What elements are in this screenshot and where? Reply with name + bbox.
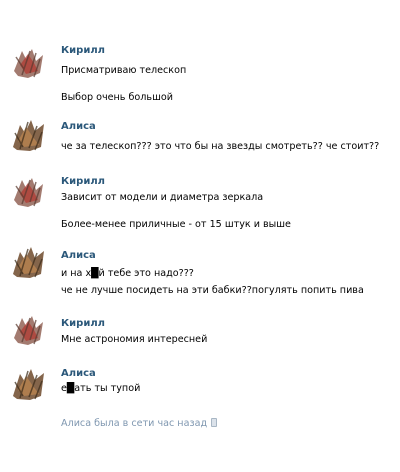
avatar-kirill[interactable] — [10, 174, 46, 210]
phone-icon — [211, 418, 218, 427]
message-text: Мне астрономия интересней — [61, 334, 208, 345]
message-text: Зависит от модели и диаметра зеркала — [61, 192, 264, 203]
message-text: Присматриваю телескоп — [61, 65, 187, 76]
message-text: и на х█й тебе это надо??? — [61, 268, 194, 279]
online-status: Алиса была в сети час назад — [61, 418, 218, 429]
avatar-alisa[interactable] — [10, 244, 46, 280]
message-text: че за телескоп??? это что бы на звезды с… — [61, 141, 380, 152]
avatar-alisa[interactable] — [10, 117, 46, 153]
author-name[interactable]: Алиса — [61, 121, 96, 132]
message-text: че не лучше посидеть на эти бабки??погул… — [61, 285, 364, 296]
avatar-kirill[interactable] — [10, 45, 46, 81]
chat-history: Кирилл Присматриваю телескоп Выбор очень… — [0, 0, 400, 472]
message-text: Выбор очень большой — [61, 92, 173, 103]
author-name[interactable]: Кирилл — [61, 318, 105, 329]
author-name[interactable]: Алиса — [61, 250, 96, 261]
author-name[interactable]: Алиса — [61, 368, 96, 379]
avatar-alisa[interactable] — [10, 366, 46, 402]
online-status-text: Алиса была в сети час назад — [61, 418, 208, 429]
author-name[interactable]: Кирилл — [61, 45, 105, 56]
message-text: Более-менее приличные - от 15 штук и выш… — [61, 219, 291, 230]
avatar-kirill[interactable] — [10, 312, 46, 348]
author-name[interactable]: Кирилл — [61, 176, 105, 187]
message-text: е█ать ты тупой — [61, 383, 141, 394]
